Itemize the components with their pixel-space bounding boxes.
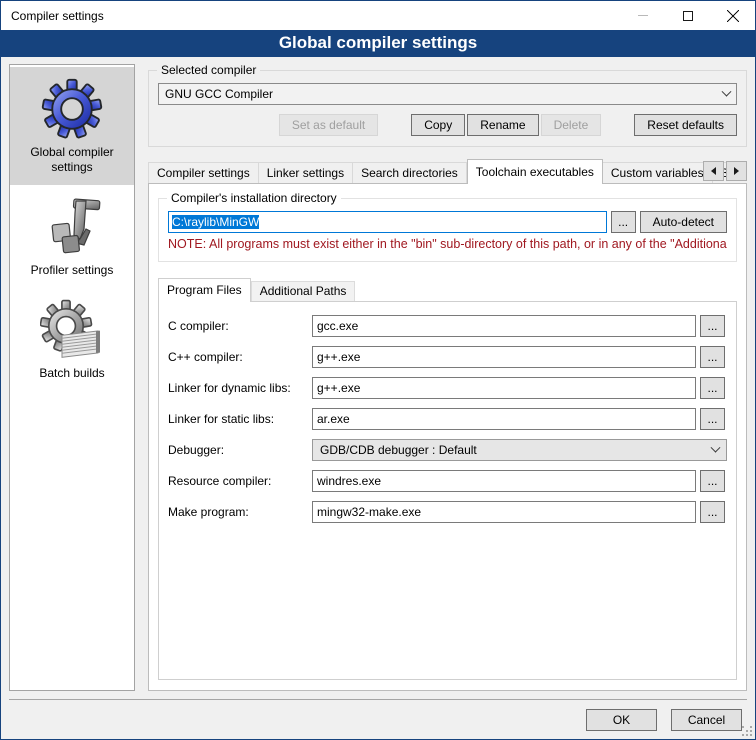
- c-compiler-browse-button[interactable]: ...: [700, 315, 725, 337]
- main-panel: Selected compiler GNU GCC Compiler Set a…: [148, 64, 747, 691]
- program-files-page: C compiler: ... C++ compiler: ... Linker…: [158, 301, 737, 680]
- caliper-icon: [40, 195, 104, 259]
- debugger-select[interactable]: GDB/CDB debugger : Default: [312, 439, 727, 461]
- debugger-label: Debugger:: [168, 443, 308, 457]
- dynamic-linker-label: Linker for dynamic libs:: [168, 381, 308, 395]
- browse-directory-button[interactable]: ...: [611, 211, 636, 233]
- dynamic-linker-input[interactable]: [312, 377, 696, 399]
- c-compiler-label: C compiler:: [168, 319, 308, 333]
- cpp-compiler-browse-button[interactable]: ...: [700, 346, 725, 368]
- copy-button[interactable]: Copy: [411, 114, 465, 136]
- tab-scroll-left-button[interactable]: [703, 161, 724, 181]
- arrow-right-icon: [734, 167, 739, 175]
- sidebar-item-label: Batch builds: [12, 366, 132, 381]
- resource-compiler-input[interactable]: [312, 470, 696, 492]
- make-program-input[interactable]: [312, 501, 696, 523]
- cancel-button[interactable]: Cancel: [671, 709, 742, 731]
- settings-category-list: Global compiler settings Profiler settin…: [9, 64, 135, 691]
- static-linker-input[interactable]: [312, 408, 696, 430]
- auto-detect-button[interactable]: Auto-detect: [640, 211, 727, 233]
- sidebar-item-global-compiler-settings[interactable]: Global compiler settings: [10, 67, 134, 185]
- arrow-left-icon: [711, 167, 716, 175]
- maximize-icon: [683, 11, 693, 21]
- installation-directory-group-label: Compiler's installation directory: [167, 191, 341, 205]
- tab-program-files[interactable]: Program Files: [158, 278, 251, 302]
- sidebar-item-batch-builds[interactable]: Batch builds: [10, 288, 134, 391]
- c-compiler-input[interactable]: [312, 315, 696, 337]
- cpp-compiler-input[interactable]: [312, 346, 696, 368]
- blue-gear-icon: [40, 77, 104, 141]
- minimize-icon: [638, 15, 648, 16]
- compiler-select-value: GNU GCC Compiler: [165, 87, 723, 101]
- make-program-browse-button[interactable]: ...: [700, 501, 725, 523]
- toolchain-executables-page: Compiler's installation directory C:\ray…: [148, 183, 747, 691]
- tab-scroll-right-button[interactable]: [726, 161, 747, 181]
- toolchain-form: C compiler: ... C++ compiler: ... Linker…: [168, 315, 727, 523]
- debugger-select-value: GDB/CDB debugger : Default: [320, 443, 712, 457]
- minimize-button: [620, 1, 665, 30]
- dynamic-linker-browse-button[interactable]: ...: [700, 377, 725, 399]
- close-icon: [727, 10, 739, 22]
- program-files-tab-bar: Program Files Additional Paths: [158, 278, 737, 301]
- static-linker-label: Linker for static libs:: [168, 412, 308, 426]
- selected-compiler-group: Selected compiler GNU GCC Compiler Set a…: [148, 70, 747, 147]
- selected-compiler-group-label: Selected compiler: [157, 63, 260, 77]
- static-linker-browse-button[interactable]: ...: [700, 408, 725, 430]
- program-files-notebook: Program Files Additional Paths C compile…: [158, 278, 737, 680]
- tab-search-directories[interactable]: Search directories: [353, 162, 467, 183]
- sidebar-item-label: Global compiler settings: [12, 145, 132, 175]
- installation-directory-input[interactable]: C:\raylib\MinGW: [168, 211, 607, 233]
- dialog-footer: OK Cancel: [1, 700, 755, 739]
- sidebar-item-label: Profiler settings: [12, 263, 132, 278]
- tab-additional-paths[interactable]: Additional Paths: [251, 281, 356, 301]
- dialog-content: Global compiler settings Profiler settin…: [1, 57, 755, 699]
- chevron-down-icon: [711, 442, 721, 452]
- maximize-button[interactable]: [665, 1, 710, 30]
- window-title: Compiler settings: [1, 9, 620, 23]
- chevron-down-icon: [722, 86, 732, 96]
- tab-scroll-arrows: [703, 161, 747, 181]
- tab-toolchain-executables[interactable]: Toolchain executables: [467, 159, 603, 184]
- make-program-label: Make program:: [168, 505, 308, 519]
- rename-button[interactable]: Rename: [467, 114, 538, 136]
- close-button[interactable]: [710, 1, 755, 30]
- installation-directory-row: C:\raylib\MinGW ... Auto-detect: [168, 211, 727, 233]
- delete-button[interactable]: Delete: [541, 114, 602, 136]
- compiler-actions: Set as default Copy Rename Delete Reset …: [158, 114, 737, 136]
- reset-defaults-button[interactable]: Reset defaults: [634, 114, 737, 136]
- settings-tab-bar: Compiler settings Linker settings Search…: [148, 159, 747, 183]
- tab-custom-variables[interactable]: Custom variables: [603, 162, 713, 183]
- compiler-select[interactable]: GNU GCC Compiler: [158, 83, 737, 105]
- tab-linker-settings[interactable]: Linker settings: [259, 162, 353, 183]
- page-title: Global compiler settings: [1, 30, 755, 57]
- installation-directory-group: Compiler's installation directory C:\ray…: [158, 198, 737, 262]
- bin-subdirectory-note: NOTE: All programs must exist either in …: [168, 237, 727, 251]
- tab-compiler-settings[interactable]: Compiler settings: [148, 162, 259, 183]
- resize-grip[interactable]: [742, 726, 752, 736]
- gray-gear-stack-icon: [40, 298, 104, 362]
- installation-directory-value: C:\raylib\MinGW: [172, 215, 259, 229]
- set-as-default-button[interactable]: Set as default: [279, 114, 378, 136]
- resource-compiler-browse-button[interactable]: ...: [700, 470, 725, 492]
- resource-compiler-label: Resource compiler:: [168, 474, 308, 488]
- sidebar-item-profiler-settings[interactable]: Profiler settings: [10, 185, 134, 288]
- compiler-settings-dialog: Compiler settings Global compiler settin…: [0, 0, 756, 740]
- ok-button[interactable]: OK: [586, 709, 657, 731]
- cpp-compiler-label: C++ compiler:: [168, 350, 308, 364]
- title-bar[interactable]: Compiler settings: [1, 1, 755, 30]
